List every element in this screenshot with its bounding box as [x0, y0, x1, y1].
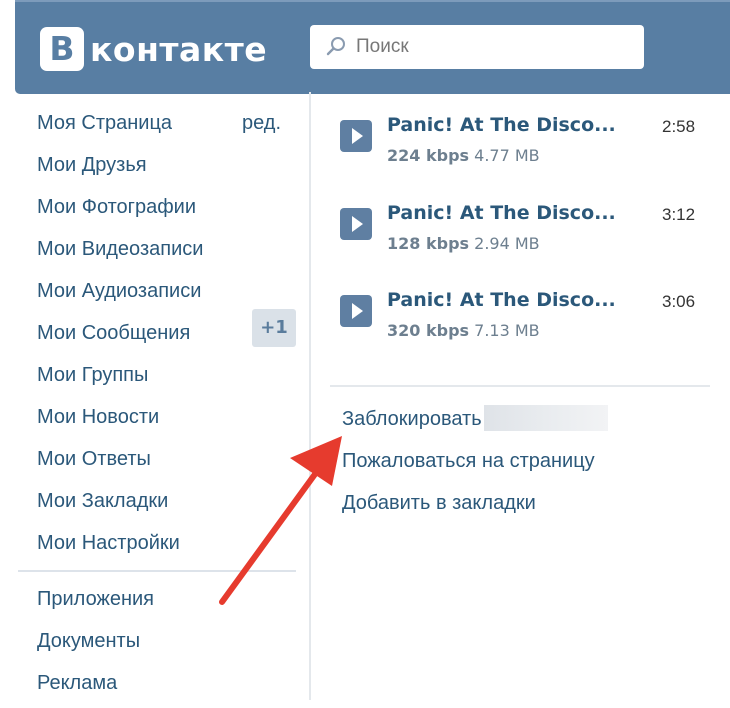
report-page-link[interactable]: Пожаловаться на страницу: [342, 444, 722, 486]
sidebar-item-answers[interactable]: Мои Ответы: [37, 442, 307, 484]
sidebar-extra-menu: Приложения Документы Реклама: [37, 582, 307, 708]
audio-track: Panic! At The Disco... 320 kbps 7.13 MB …: [340, 289, 710, 359]
sidebar-item-news[interactable]: Мои Новости: [37, 400, 307, 442]
logo-text: контакте: [90, 29, 268, 69]
block-user-label: Заблокировать: [342, 408, 482, 430]
track-meta: 128 kbps 2.94 MB: [387, 234, 540, 253]
sidebar-item-friends[interactable]: Мои Друзья: [37, 148, 307, 190]
logo-letter: В: [40, 27, 84, 71]
messages-count-badge[interactable]: +1: [252, 309, 296, 347]
search-input[interactable]: Поиск: [310, 25, 644, 69]
track-bitrate: 128 kbps: [387, 234, 470, 253]
block-user-link[interactable]: Заблокировать: [342, 402, 722, 444]
sidebar-item-label: Моя Страница: [37, 112, 173, 134]
sidebar-item-groups[interactable]: Мои Группы: [37, 358, 307, 400]
sidebar-item-settings[interactable]: Мои Настройки: [37, 526, 307, 568]
blurred-username: [483, 404, 608, 431]
track-title[interactable]: Panic! At The Disco...: [387, 289, 616, 311]
sidebar-item-videos[interactable]: Мои Видеозаписи: [37, 232, 307, 274]
track-meta: 224 kbps 4.77 MB: [387, 146, 540, 165]
track-duration: 2:58: [662, 117, 696, 136]
audio-track: Panic! At The Disco... 224 kbps 4.77 MB …: [340, 114, 710, 184]
sidebar-item-photos[interactable]: Мои Фотографии: [37, 190, 307, 232]
profile-actions: Заблокировать Пожаловаться на страницу Д…: [342, 402, 722, 528]
play-button[interactable]: [340, 120, 372, 152]
search-icon: [326, 37, 345, 56]
sidebar-item-my-page[interactable]: Моя Страница ред.: [37, 106, 307, 148]
sidebar-menu: Моя Страница ред. Мои Друзья Мои Фотогра…: [37, 106, 307, 568]
column-divider: [309, 92, 311, 700]
play-icon: [352, 128, 363, 144]
sidebar-item-ads[interactable]: Реклама: [37, 666, 307, 708]
play-icon: [352, 216, 363, 232]
search-placeholder: Поиск: [356, 36, 409, 57]
sidebar-item-messages[interactable]: Мои Сообщения +1: [37, 309, 307, 358]
audio-track: Panic! At The Disco... 128 kbps 2.94 MB …: [340, 202, 710, 272]
track-size: 4.77 MB: [474, 146, 540, 165]
sidebar-item-bookmarks[interactable]: Мои Закладки: [37, 484, 307, 526]
play-icon: [352, 303, 363, 319]
track-size: 7.13 MB: [474, 321, 540, 340]
play-button[interactable]: [340, 295, 372, 327]
sidebar-item-apps[interactable]: Приложения: [37, 582, 307, 624]
edit-link[interactable]: ред.: [242, 106, 281, 140]
track-bitrate: 224 kbps: [387, 146, 470, 165]
track-duration: 3:12: [662, 205, 696, 224]
track-bitrate: 320 kbps: [387, 321, 470, 340]
play-button[interactable]: [340, 208, 372, 240]
section-divider: [330, 385, 710, 387]
sidebar-divider: [18, 570, 296, 572]
vk-logo[interactable]: В контакте: [40, 24, 267, 74]
track-title[interactable]: Panic! At The Disco...: [387, 114, 616, 136]
track-duration: 3:06: [662, 292, 696, 311]
track-meta: 320 kbps 7.13 MB: [387, 321, 540, 340]
track-size: 2.94 MB: [474, 234, 540, 253]
track-title[interactable]: Panic! At The Disco...: [387, 202, 616, 224]
sidebar-item-documents[interactable]: Документы: [37, 624, 307, 666]
add-bookmark-link[interactable]: Добавить в закладки: [342, 486, 722, 528]
sidebar-item-label: Мои Сообщения: [37, 322, 191, 344]
